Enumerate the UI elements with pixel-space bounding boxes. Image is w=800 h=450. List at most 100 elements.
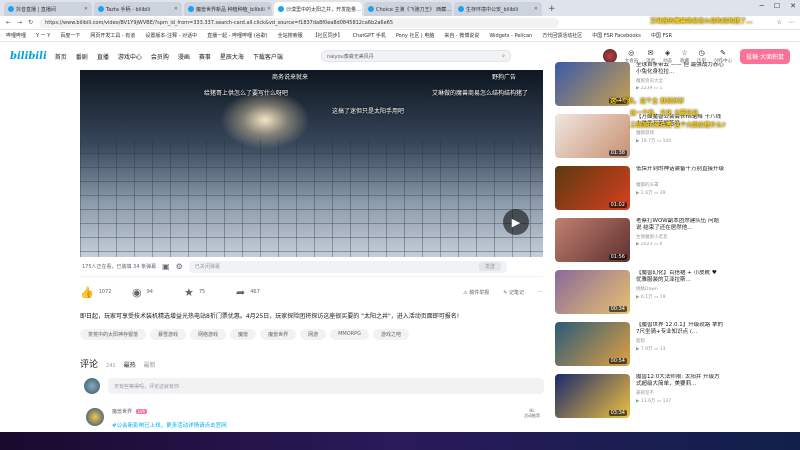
uploader-name[interactable]: 超帮 <box>636 338 724 344</box>
bookmark-item[interactable]: Widgets - Pelican <box>489 33 532 39</box>
search-input[interactable]: naiyou泰裔无美风丹 ⌕ <box>320 50 511 62</box>
sort-new-tab[interactable]: 最新 <box>144 360 156 369</box>
bookmark-item[interactable]: 网页开发工具 - 有道 <box>90 32 135 39</box>
close-icon[interactable]: ✕ <box>267 6 271 12</box>
commenter-name[interactable]: 魔兽世界 <box>112 408 132 415</box>
coin-button[interactable]: ◉ 94 <box>132 286 178 299</box>
menu-icon[interactable]: ⋯ <box>788 19 794 26</box>
video-title[interactable]: 低保开到的神话装备千万别直接升级 <box>636 166 724 180</box>
back-icon[interactable]: ← <box>6 19 11 26</box>
browser-tab[interactable]: 抖音直播 | 直播间 ✕ <box>4 2 92 16</box>
browser-tab-active[interactable]: 沙漠里中的太阳之井，开发能量…✕ <box>274 2 362 16</box>
video-title[interactable]: 全球首条带云 —— 但 最强战力赤心小兔化身拉拉... <box>636 62 724 76</box>
nav-item[interactable]: 番剧 <box>76 52 88 61</box>
bookmark-item[interactable]: 百度一下 <box>60 32 80 39</box>
video-thumbnail[interactable]: 03:34 <box>555 374 630 418</box>
uploader-name[interactable]: 魔兽资讯大全 <box>636 78 724 84</box>
new-tab-button[interactable]: + <box>548 2 556 16</box>
video-player[interactable]: 商务说来就来 野狗广告 给猪哥上供怎么了要写什么呀吧 艾琳做的魔兽商易怎么结构结… <box>80 70 543 257</box>
tag-item[interactable]: 魔兽世界 <box>260 329 297 340</box>
recommendation-card[interactable]: 01:02 低保开到的神话装备千万别直接升级 魔都的头罩 ▶ 2.6万 ▭ 39 <box>555 166 725 210</box>
nav-item[interactable]: 游戏中心 <box>118 52 142 61</box>
video-thumbnail[interactable]: 01:56 <box>555 218 630 262</box>
nav-item[interactable]: 赛事 <box>199 52 211 61</box>
commenter-avatar[interactable] <box>86 408 104 426</box>
more-icon[interactable]: ⋯ <box>538 289 543 296</box>
uploader-name[interactable]: 桃桃Dawn <box>636 286 724 292</box>
close-icon[interactable]: ✕ <box>174 6 178 12</box>
video-thumbnail[interactable]: 00:34 <box>555 270 630 314</box>
video-thumbnail[interactable]: 00:54 <box>555 322 630 366</box>
comment-input[interactable]: 天有些等得吗，评论这就有你 <box>108 378 544 394</box>
tag-item[interactable]: 网游 <box>300 329 327 340</box>
user-avatar[interactable] <box>602 49 617 63</box>
browser-tab[interactable]: 生存环境中公安_bilibili ✕ <box>454 2 542 16</box>
nav-item[interactable]: 首页 <box>55 52 67 61</box>
nav-item[interactable]: 星辰大海 <box>220 52 244 61</box>
tag-item[interactable]: MMORPG <box>330 329 370 340</box>
recommendation-card[interactable]: 00:54 【魔兽世界 12.0.1】升级就路 拿的7尺坐骑+专业知识点 (...… <box>555 322 725 366</box>
bookmark-item[interactable]: 【社区同步】 <box>313 32 343 39</box>
uploader-name[interactable]: 魔都游戏 <box>636 130 724 136</box>
video-title[interactable]: 【魔兽世界 12.0.1】升级就路 拿的7尺坐骑+专业知识点 (... <box>636 322 724 336</box>
minimize-icon[interactable]: ─ <box>760 2 764 10</box>
share-button[interactable]: ➦ 467 <box>236 286 282 299</box>
video-title[interactable]: 魔兽12.0大法师限: 太阳井 升级方式超级大简单，美要莉... <box>636 374 724 388</box>
uploader-name[interactable]: 魔都的头罩 <box>636 182 724 188</box>
nav-item[interactable]: 会员购 <box>151 52 169 61</box>
star-icon[interactable]: ☆ <box>777 19 782 26</box>
tag-item[interactable]: 茶荒中的太阳神存银落 <box>80 329 147 340</box>
like-button[interactable]: 👍 1072 <box>80 286 126 299</box>
bookmark-item[interactable]: Pony 社区 | 电脑 <box>396 32 434 39</box>
bookmark-item[interactable]: 中国 FSR <box>651 32 672 39</box>
video-title[interactable]: 老蔡打WOW副本团然建队伍 问题说 结束了还在居然他... <box>636 218 724 232</box>
bookmark-item[interactable]: 中国 FSR Facebooks <box>592 32 641 39</box>
browser-tab[interactable]: Tazta 手柄 - bilibili ✕ <box>94 2 182 16</box>
bookmark-item[interactable]: 设置版本-注释 - 对话中 <box>145 32 197 39</box>
bookmark-item[interactable]: 来自 - 微博说说 <box>444 32 479 39</box>
bookmark-item[interactable]: 万代回馈活动社区 <box>542 32 582 39</box>
uploader-name[interactable]: 豪莉坚不 <box>636 390 724 396</box>
nav-item[interactable]: 直播 <box>97 52 109 61</box>
tag-item[interactable]: 网络游戏 <box>190 329 227 340</box>
recommendation-card[interactable]: 01:56 老蔡打WOW副本团然建队伍 问题说 结束了还在居然他... 生保魔兽小老… <box>555 218 725 262</box>
bookmark-item[interactable]: 直播一起 - 哔哩哔哩 (谷歌) <box>207 32 267 39</box>
video-thumbnail[interactable]: 01:02 <box>555 166 630 210</box>
video-thumbnail[interactable]: 01:38 <box>555 114 630 158</box>
search-icon[interactable]: ⌕ <box>502 53 505 59</box>
comment-text[interactable]: #公会新影响已上线，更多活动详情请点击官网 <box>112 421 227 429</box>
recommendation-card[interactable]: 00:34 【魔兽幻化】百搭裙 + 小皮靴 ♥ 优雅服装的艾泽拉斯... 桃桃Daw… <box>555 270 725 314</box>
forward-icon[interactable]: → <box>17 19 22 26</box>
bookmark-item[interactable]: 哔哩哔哩 <box>6 32 26 39</box>
report-button[interactable]: ⚠ 稿件举报 <box>463 289 489 296</box>
play-button[interactable]: ▶ <box>503 209 529 235</box>
close-window-icon[interactable]: ✕ <box>790 2 796 10</box>
tag-item[interactable]: 暴雪游戏 <box>150 329 187 340</box>
browser-tab[interactable]: 魔兽世界新品 种植种植_bilibili ✕ <box>184 2 272 16</box>
danmaku-input[interactable]: 已关闭弹幕 发送 <box>188 260 507 273</box>
sort-hot-tab[interactable]: 最热 <box>124 360 136 369</box>
url-field[interactable]: https://www.bilibili.com/video/BV1Y9jWVB… <box>39 17 560 28</box>
reload-icon[interactable]: ↻ <box>28 19 33 26</box>
bookmark-item[interactable]: 全站搜索服 <box>278 32 303 39</box>
close-icon[interactable]: ✕ <box>84 6 88 12</box>
video-title[interactable]: 【魔兽幻化】百搭裙 + 小皮靴 ♥ 优雅服装的艾泽拉斯... <box>636 270 724 284</box>
nav-item[interactable]: 下载客户端 <box>253 52 283 61</box>
danmaku-settings-icon[interactable]: ⚙ <box>176 262 183 271</box>
favorite-button[interactable]: ★ 75 <box>184 286 230 299</box>
browser-tab[interactable]: Choice 主演《飞驰刀王》 西藏…✕ <box>364 2 452 16</box>
note-button[interactable]: ✎ 记笔记 <box>503 289 524 296</box>
bookmark-item[interactable]: Y 一 Y <box>36 32 50 39</box>
danmaku-toggle-icon[interactable]: ▣ <box>162 262 170 271</box>
recommendation-card[interactable]: 03:34 魔兽12.0大法师限: 太阳井 升级方式超级大简单，美要莉... 豪莉坚… <box>555 374 725 418</box>
tag-item[interactable]: 游戏之吧 <box>373 329 410 340</box>
nav-item[interactable]: 漫画 <box>178 52 190 61</box>
bookmark-item[interactable]: ChatGPT 手机 <box>353 32 386 39</box>
danmaku-send-button[interactable]: 发送 <box>478 262 501 271</box>
uploader-name[interactable]: 生保魔兽小老友 <box>636 234 724 240</box>
close-icon[interactable]: ✕ <box>534 6 538 12</box>
upload-button[interactable]: 投稿·大面积鼠 <box>740 48 790 64</box>
maximize-icon[interactable]: ☐ <box>774 2 780 10</box>
tag-item[interactable]: 魔兽 <box>230 329 257 340</box>
bilibili-logo[interactable]: bilibili <box>10 51 47 62</box>
